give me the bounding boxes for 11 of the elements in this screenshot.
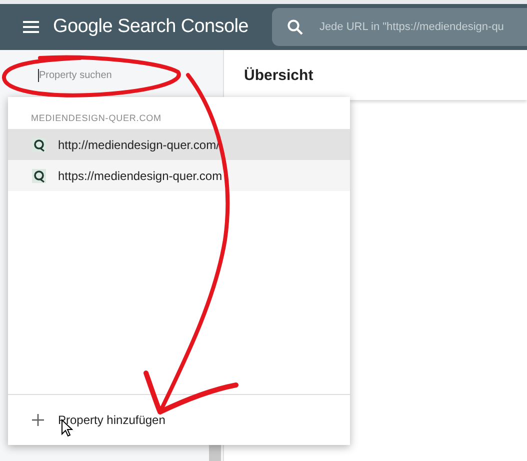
property-item[interactable]: https://mediendesign-quer.com [8,160,350,191]
page-title: Übersicht [224,50,527,100]
app-title: Google Search Console [53,16,248,38]
plus-icon [32,414,44,426]
add-property-button[interactable]: Property hinzufügen [8,395,350,445]
property-item[interactable]: http://mediendesign-quer.com/ [8,129,350,160]
favicon-icon [32,168,46,182]
group-heading: MEDIENDESIGN-QUER.COM [30,112,162,125]
favicon-icon [32,138,46,152]
menu-icon[interactable] [23,21,39,33]
search-icon [287,19,304,35]
